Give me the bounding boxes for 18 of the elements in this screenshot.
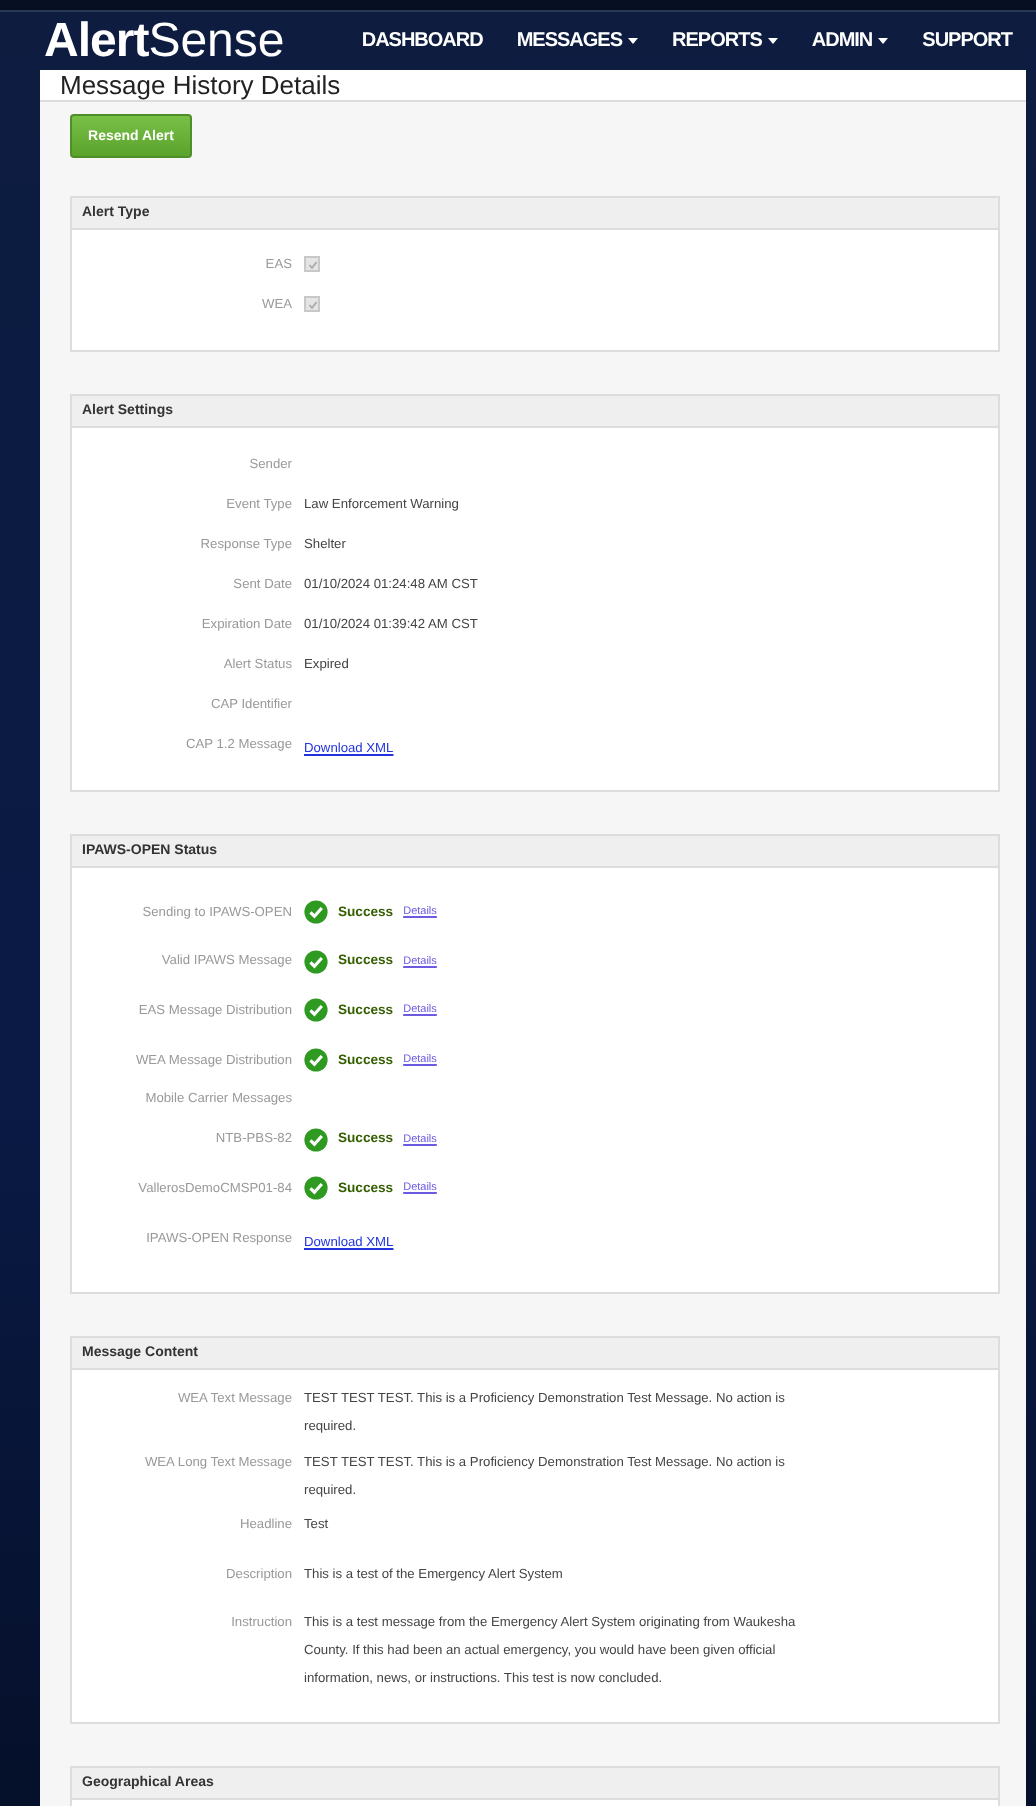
check-circle-icon: [304, 1048, 328, 1073]
nav-item[interactable]: ADMIN: [811, 30, 889, 52]
caret-icon: [878, 38, 889, 44]
check-circle-icon: [304, 949, 328, 974]
check-circle-icon: [304, 1127, 328, 1152]
check-circle-icon: [304, 998, 328, 1023]
checkbox[interactable]: [304, 296, 320, 312]
nav-item[interactable]: DASHBOARD: [361, 30, 483, 52]
check-circle-icon: [304, 900, 328, 925]
caret-icon: [767, 38, 778, 44]
checkbox[interactable]: [304, 256, 320, 272]
nav-item[interactable]: SUPPORT: [922, 30, 1012, 52]
caret-icon: [628, 38, 639, 44]
check-circle-icon: [304, 1176, 328, 1201]
page-title: Message History Details: [60, 70, 341, 100]
nav-item[interactable]: REPORTS: [672, 30, 778, 52]
nav-item[interactable]: MESSAGES: [516, 30, 639, 52]
logo: AlertSense: [44, 17, 285, 65]
